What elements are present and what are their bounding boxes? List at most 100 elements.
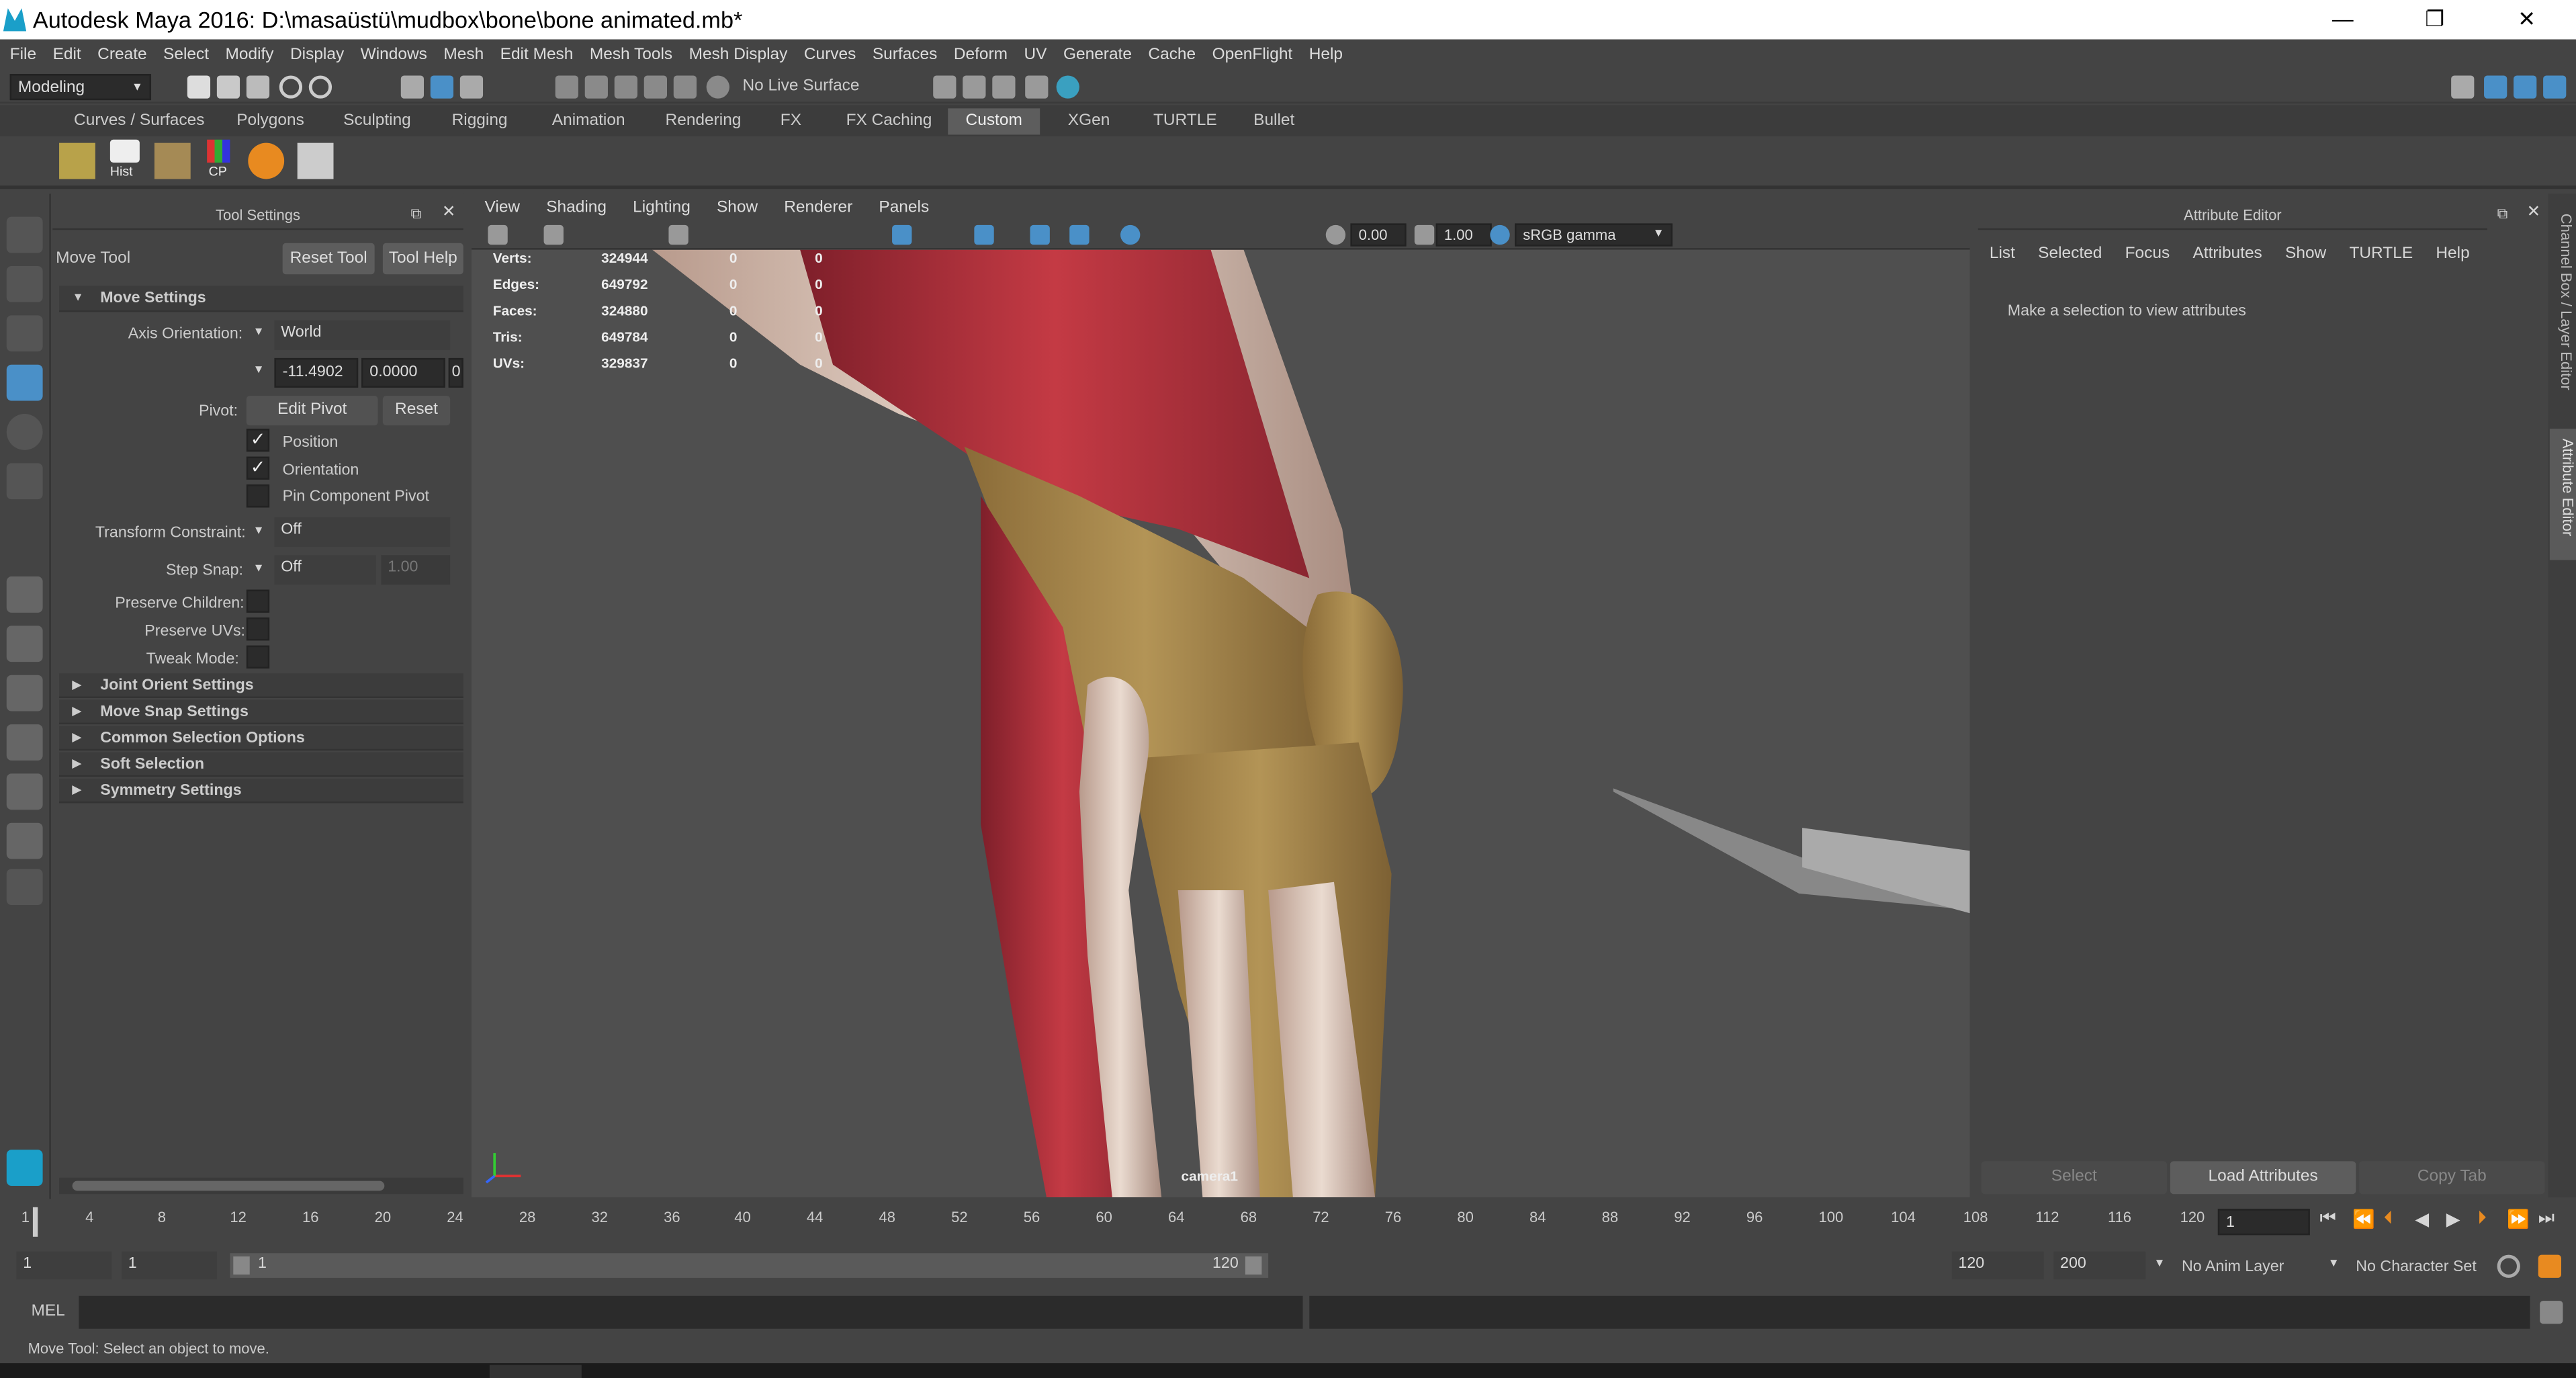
lighting-icon[interactable] (1069, 224, 1090, 245)
graph-layout-icon[interactable] (6, 724, 43, 761)
layers-icon[interactable] (154, 142, 191, 179)
prev-key-icon[interactable]: ⏴ (2384, 1209, 2393, 1230)
lasso-tool-icon[interactable] (6, 266, 43, 302)
menu-help[interactable]: Help (1309, 46, 1343, 64)
grid-toggle-icon[interactable] (668, 224, 689, 245)
ae-menu-show[interactable]: Show (2285, 245, 2326, 263)
menu-select[interactable]: Select (163, 46, 209, 64)
channel-box-tab[interactable]: Channel Box / Layer Editor (2551, 214, 2574, 417)
axis-z-field[interactable]: 0 (448, 357, 463, 388)
animation-end-field[interactable]: 200 (2053, 1251, 2146, 1280)
rotate-tool-icon[interactable] (6, 414, 43, 450)
hypershade-icon[interactable] (1056, 75, 1079, 99)
menu-cache[interactable]: Cache (1148, 46, 1196, 64)
axis-orientation-dropdown[interactable]: World (274, 320, 451, 350)
hypershade-layout-icon[interactable] (6, 773, 43, 810)
menu-deform[interactable]: Deform (954, 46, 1008, 64)
axis-x-field[interactable]: -11.4902 (274, 357, 359, 388)
viewport-menu-show[interactable]: Show (717, 199, 758, 217)
uv-editor-icon[interactable] (59, 142, 95, 179)
animation-start-field[interactable]: 1 (16, 1251, 112, 1280)
shelf-tab-curves-surfaces[interactable]: Curves / Surfaces (64, 108, 214, 134)
scale-tool-icon[interactable] (6, 463, 43, 500)
attribute-editor-tab[interactable]: Attribute Editor (2549, 429, 2576, 560)
menu-create[interactable]: Create (97, 46, 146, 64)
script-editor-icon[interactable] (2540, 1301, 2563, 1324)
live-surface-label[interactable]: No Live Surface (743, 77, 860, 95)
minimize-button[interactable]: — (2297, 0, 2389, 40)
menu-modify[interactable]: Modify (225, 46, 273, 64)
smooth-shade-icon[interactable] (892, 224, 912, 245)
gamma-field[interactable]: 1.00 (1435, 223, 1492, 247)
paint-select-tool-icon[interactable] (6, 315, 43, 352)
play-backward-icon[interactable]: ◀ (2415, 1209, 2429, 1230)
exposure-field[interactable]: 0.00 (1350, 223, 1407, 247)
edit-pivot-button[interactable]: Edit Pivot (246, 396, 378, 426)
mode-dropdown[interactable]: Modeling ▼ (9, 74, 152, 101)
snap-grid-icon[interactable] (555, 75, 578, 99)
chevron-down-icon[interactable]: ▼ (253, 525, 265, 537)
menu-uv[interactable]: UV (1024, 46, 1047, 64)
cp-shelf-button[interactable]: CP (200, 139, 236, 183)
new-scene-icon[interactable] (187, 75, 211, 99)
range-slider[interactable]: 1 120 (230, 1253, 1269, 1278)
step-snap-amount-field[interactable]: 1.00 (381, 555, 451, 585)
current-time-marker[interactable] (32, 1207, 38, 1237)
shelf-tab-xgen[interactable]: XGen (1058, 108, 1120, 134)
open-scene-icon[interactable] (216, 75, 240, 99)
render-view-icon[interactable] (933, 75, 957, 99)
axis-y-field[interactable]: 0.0000 (361, 357, 445, 388)
magnet-icon[interactable] (706, 75, 729, 99)
collapse-toolbox-icon[interactable] (6, 869, 43, 905)
chevron-down-icon[interactable]: ▼ (2328, 1258, 2340, 1270)
move-tool-icon[interactable] (6, 364, 43, 401)
close-panel-icon[interactable]: ✕ (2527, 204, 2541, 222)
menu-edit-mesh[interactable]: Edit Mesh (500, 46, 574, 64)
script-layout-icon[interactable] (6, 822, 43, 859)
move-snap-settings-section[interactable]: ▶ Move Snap Settings (59, 699, 463, 725)
shelf-tab-bullet[interactable]: Bullet (1243, 108, 1304, 134)
viewport-menu-lighting[interactable]: Lighting (633, 199, 691, 217)
load-attributes-button[interactable]: Load Attributes (2170, 1161, 2356, 1195)
single-view-layout-icon[interactable] (6, 576, 43, 613)
copy-tab-button[interactable]: Copy Tab (2359, 1161, 2545, 1195)
color-management-icon[interactable] (1490, 224, 1510, 245)
maya-home-icon[interactable] (6, 1150, 43, 1187)
ae-menu-attributes[interactable]: Attributes (2192, 245, 2262, 263)
step-forward-icon[interactable]: ⏩ (2507, 1209, 2530, 1230)
common-selection-options-section[interactable]: ▶ Common Selection Options (59, 726, 463, 751)
snap-point-icon[interactable] (614, 75, 637, 99)
character-set-dropdown[interactable]: No Character Set (2356, 1258, 2477, 1277)
ae-menu-selected[interactable]: Selected (2038, 245, 2102, 263)
menu-file[interactable]: File (10, 46, 36, 64)
reset-tool-button[interactable]: Reset Tool (282, 243, 375, 275)
save-scene-icon[interactable] (246, 75, 270, 99)
pin-component-pivot-checkbox[interactable] (246, 484, 270, 508)
close-window-button[interactable]: ✕ (2481, 0, 2573, 40)
outliner-layout-icon[interactable] (6, 675, 43, 712)
menu-display[interactable]: Display (290, 46, 344, 64)
reset-pivot-button[interactable]: Reset (382, 396, 451, 426)
select-component-icon[interactable] (459, 75, 484, 99)
scrollbar-thumb[interactable] (72, 1180, 385, 1191)
shelf-tab-custom[interactable]: Custom (948, 108, 1040, 135)
chevron-down-icon[interactable]: ▼ (2153, 1258, 2165, 1270)
viewport-menu-panels[interactable]: Panels (879, 199, 929, 217)
undo-icon[interactable] (279, 75, 303, 99)
animation-preferences-icon[interactable] (2538, 1254, 2562, 1278)
go-to-start-icon[interactable]: ⏮ (2319, 1209, 2336, 1230)
shelf-tab-turtle[interactable]: TURTLE (1143, 108, 1227, 134)
float-panel-icon[interactable]: ⧉ (410, 206, 421, 224)
chevron-down-icon[interactable]: ▼ (253, 563, 265, 574)
position-checkbox[interactable]: ✓ (246, 429, 270, 452)
shelf-tab-rigging[interactable]: Rigging (442, 108, 517, 134)
layout-icon[interactable] (2484, 75, 2507, 99)
textured-icon[interactable] (1030, 224, 1050, 245)
ae-menu-list[interactable]: List (1990, 245, 2015, 263)
menu-windows[interactable]: Windows (361, 46, 427, 64)
command-language-label[interactable]: MEL (31, 1303, 64, 1321)
menu-mesh[interactable]: Mesh (443, 46, 484, 64)
viewport-menu-renderer[interactable]: Renderer (784, 199, 852, 217)
anim-layer-dropdown[interactable]: No Anim Layer (2182, 1258, 2284, 1277)
step-snap-dropdown[interactable]: Off (274, 555, 377, 585)
